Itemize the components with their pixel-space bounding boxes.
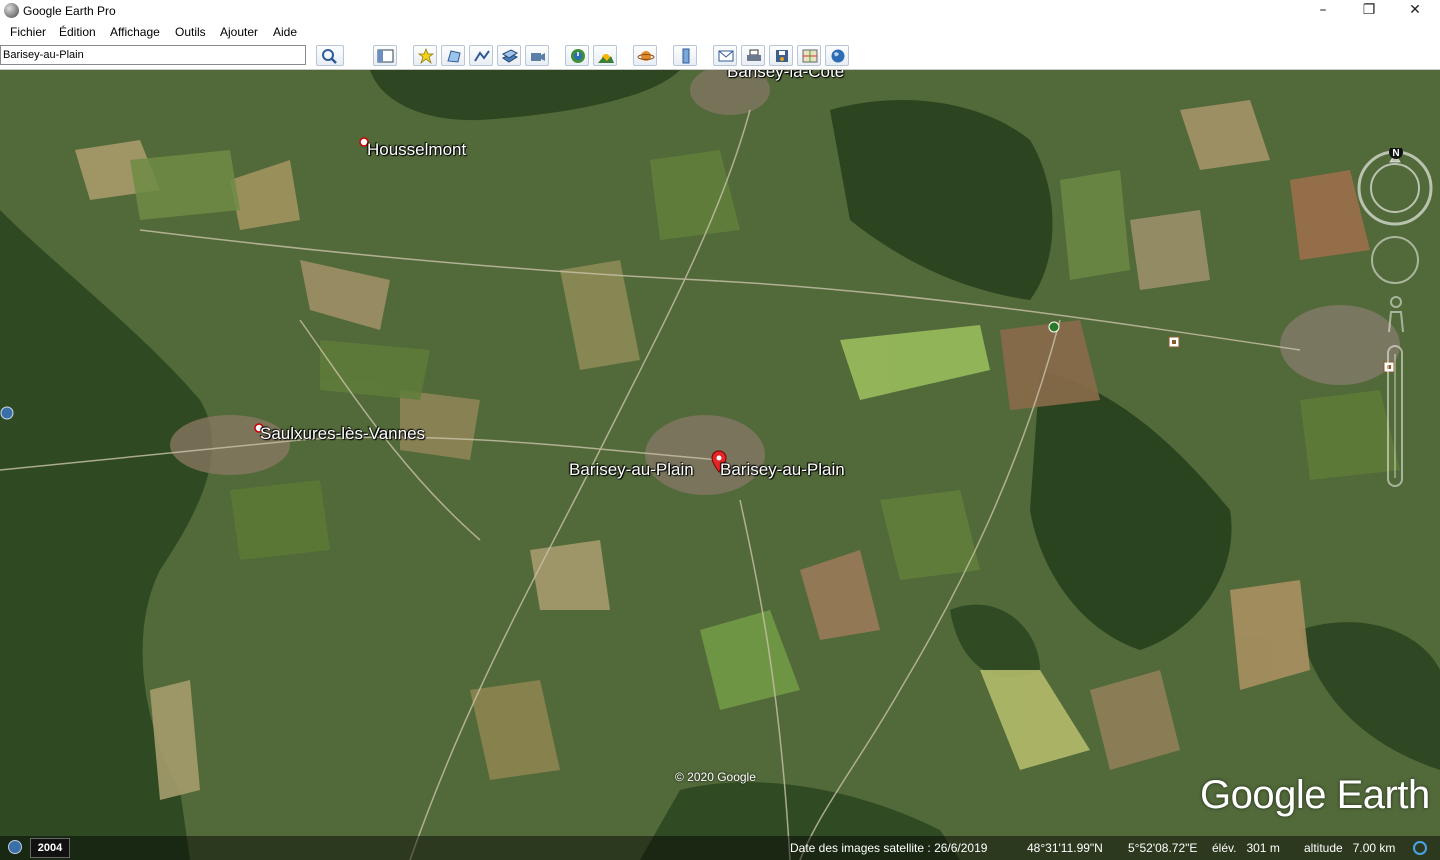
view-in-maps-button[interactable] xyxy=(797,45,821,66)
place-label-barisey-au-plain[interactable]: Barisey-au-Plain xyxy=(569,460,694,480)
search-button[interactable] xyxy=(316,45,344,66)
historical-imagery-button[interactable] xyxy=(565,45,589,66)
copyright-text: © 2020 Google xyxy=(675,770,756,784)
menu-edition[interactable]: Édition xyxy=(59,25,96,39)
street-view-pegman-icon[interactable] xyxy=(1388,296,1404,333)
look-joystick[interactable] xyxy=(1357,150,1433,226)
imagery-year-badge[interactable]: 2004 xyxy=(30,838,70,858)
navigation-widget: N xyxy=(1357,145,1433,487)
overlay-icon xyxy=(502,49,519,63)
poi-marker-icon[interactable] xyxy=(1168,336,1180,348)
sidebar-toggle-button[interactable] xyxy=(373,45,397,66)
historical-clock-icon[interactable] xyxy=(8,840,22,854)
earth-icon xyxy=(831,49,845,63)
ruler-button[interactable] xyxy=(673,45,697,66)
move-joystick[interactable] xyxy=(1371,236,1419,284)
print-button[interactable] xyxy=(741,45,765,66)
earth-button[interactable] xyxy=(825,45,849,66)
map-view[interactable]: Barisey-la-Côte Housselmont Saulxures-lè… xyxy=(0,70,1440,860)
window-title: Google Earth Pro xyxy=(23,4,116,18)
elevation-readout: élév. 301 m xyxy=(1212,841,1280,855)
maps-icon xyxy=(802,49,818,63)
status-bar: 2004 Date des images satellite : 26/6/20… xyxy=(0,836,1440,860)
streaming-status-icon xyxy=(1413,841,1427,855)
placemark-icon xyxy=(417,48,435,64)
sunlight-icon xyxy=(598,54,614,63)
title-bar: Google Earth Pro – ❐ ✕ xyxy=(0,0,1440,22)
search-icon xyxy=(322,49,337,64)
toolbar xyxy=(0,42,1440,70)
minimize-button[interactable]: – xyxy=(1300,0,1346,22)
place-label-barisey-la-cote[interactable]: Barisey-la-Côte xyxy=(727,70,844,82)
menu-outils[interactable]: Outils xyxy=(175,25,206,39)
ruler-icon xyxy=(682,48,690,64)
save-image-icon xyxy=(776,50,788,62)
add-path-button[interactable] xyxy=(469,45,493,66)
place-label-barisey-au-plain-result[interactable]: Barisey-au-Plain xyxy=(720,460,845,480)
planets-icon xyxy=(637,51,655,61)
menu-aide[interactable]: Aide xyxy=(273,25,297,39)
menu-fichier[interactable]: Fichier xyxy=(10,25,46,39)
sidebar-toggle-icon xyxy=(377,49,394,63)
altitude-readout: altitude 7.00 km xyxy=(1304,841,1396,855)
add-overlay-button[interactable] xyxy=(497,45,521,66)
sunlight-button[interactable] xyxy=(593,45,617,66)
place-label-housselmont[interactable]: Housselmont xyxy=(367,140,466,160)
compass-letter: N xyxy=(1392,148,1399,159)
polygon-icon xyxy=(447,50,461,63)
tour-icon xyxy=(531,53,545,61)
historical-imagery-marker-icon[interactable] xyxy=(0,406,14,420)
longitude-readout: 5°52'08.72"E xyxy=(1128,841,1198,855)
record-tour-button[interactable] xyxy=(525,45,549,66)
email-icon xyxy=(718,50,734,62)
add-placemark-button[interactable] xyxy=(413,45,437,66)
latitude-readout: 48°31'11.99"N xyxy=(1027,841,1103,855)
email-button[interactable] xyxy=(713,45,737,66)
google-earth-app-icon xyxy=(4,3,19,18)
add-polygon-button[interactable] xyxy=(441,45,465,66)
history-icon xyxy=(571,49,585,63)
path-icon xyxy=(474,50,490,62)
menu-bar: Fichier Édition Affichage Outils Ajouter… xyxy=(0,22,1440,42)
planets-button[interactable] xyxy=(633,45,657,66)
place-label-saulxures-les-vannes[interactable]: Saulxures-lès-Vannes xyxy=(260,424,425,444)
menu-affichage[interactable]: Affichage xyxy=(110,25,160,39)
print-icon xyxy=(747,49,761,61)
maximize-button[interactable]: ❐ xyxy=(1346,0,1392,22)
poi-marker-icon[interactable] xyxy=(1047,320,1061,334)
close-button[interactable]: ✕ xyxy=(1392,0,1438,22)
save-image-button[interactable] xyxy=(769,45,793,66)
search-input[interactable] xyxy=(0,45,306,65)
navigation-controls: N xyxy=(1355,145,1435,498)
imagery-date: Date des images satellite : 26/6/2019 xyxy=(790,841,988,855)
menu-ajouter[interactable]: Ajouter xyxy=(220,25,258,39)
google-earth-logo: Google Earth xyxy=(1200,773,1430,817)
